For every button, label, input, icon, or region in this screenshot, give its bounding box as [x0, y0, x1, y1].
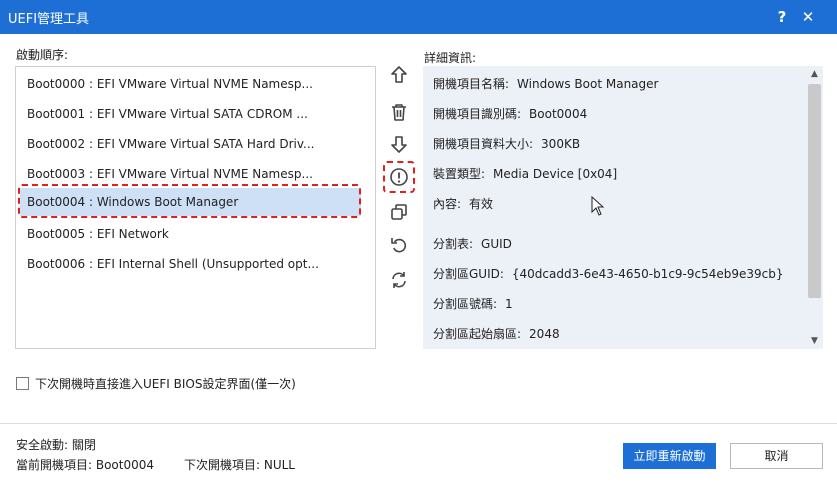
details-scrollbar[interactable]: ▲ ▼	[806, 66, 823, 349]
uefi-bios-checkbox-label: 下次開機時直接進入UEFI BIOS設定界面(僅一次)	[35, 376, 296, 391]
detail-row: 分割表: GUID	[433, 237, 512, 251]
boot-item[interactable]: Boot0006 : EFI Internal Shell (Unsupport…	[20, 250, 361, 278]
detail-row: 開機項目識別碼: Boot0004	[433, 107, 588, 121]
title-bar: UEFI管理工具 ? ✕	[0, 0, 837, 34]
restore-icon[interactable]	[387, 233, 411, 257]
details-label: 詳細資訊:	[424, 51, 477, 65]
boot-item[interactable]: Boot0000 : EFI VMware Virtual NVME Names…	[20, 70, 361, 98]
cancel-button[interactable]: 取消	[730, 443, 823, 469]
detail-row: 開機項目資料大小: 300KB	[433, 137, 581, 151]
help-button[interactable]: ?	[770, 6, 794, 28]
footer-divider	[0, 423, 837, 424]
uefi-bios-next-boot-option[interactable]: 下次開機時直接進入UEFI BIOS設定界面(僅一次)	[16, 375, 296, 391]
reboot-now-button[interactable]: 立即重新啟動	[623, 443, 716, 469]
move-up-icon[interactable]	[387, 63, 411, 87]
uefi-bios-checkbox[interactable]	[16, 376, 29, 390]
detail-row: 裝置類型: Media Device [0x04]	[433, 167, 618, 181]
boot-item[interactable]: Boot0003 : EFI VMware Virtual NVME Names…	[20, 160, 361, 188]
scroll-thumb[interactable]	[808, 84, 821, 298]
detail-row: 分割區起始扇區: 2048	[433, 327, 560, 341]
details-panel: 開機項目名稱: Windows Boot Manager 開機項目識別碼: Boot…	[423, 66, 823, 349]
move-down-icon[interactable]	[387, 132, 411, 156]
next-boot-status: 下次開機項目: NULL	[184, 458, 295, 472]
boot-order-list[interactable]: Boot0000 : EFI VMware Virtual NVME Names…	[15, 66, 376, 349]
window-title: UEFI管理工具	[8, 12, 90, 27]
detail-row: 內容: 有效	[433, 197, 494, 211]
duplicate-icon[interactable]	[387, 200, 411, 224]
boot-item[interactable]: Boot0005 : EFI Network	[20, 220, 361, 248]
boot-item-selected[interactable]: Boot0004 : Windows Boot Manager	[20, 188, 361, 216]
refresh-icon[interactable]	[387, 268, 411, 292]
detail-row: 分割區號碼: 1	[433, 297, 513, 311]
detail-row: 開機項目名稱: Windows Boot Manager	[433, 77, 659, 91]
info-icon[interactable]	[387, 165, 411, 189]
boot-order-label: 啟動順序:	[16, 48, 69, 62]
boot-item[interactable]: Boot0001 : EFI VMware Virtual SATA CDROM…	[20, 100, 361, 128]
boot-item[interactable]: Boot0002 : EFI VMware Virtual SATA Hard …	[20, 130, 361, 158]
scroll-down-arrow-icon[interactable]: ▼	[806, 333, 823, 349]
detail-row: 分割區GUID: {40dcadd3-6e43-4650-b1c9-9c54eb9…	[433, 267, 784, 281]
scroll-up-arrow-icon[interactable]: ▲	[806, 66, 823, 82]
current-boot-status: 當前開機項目: Boot0004	[16, 458, 155, 472]
close-button[interactable]: ✕	[796, 6, 820, 28]
delete-icon[interactable]	[387, 100, 411, 124]
secure-boot-status: 安全啟動: 關閉	[16, 438, 96, 452]
